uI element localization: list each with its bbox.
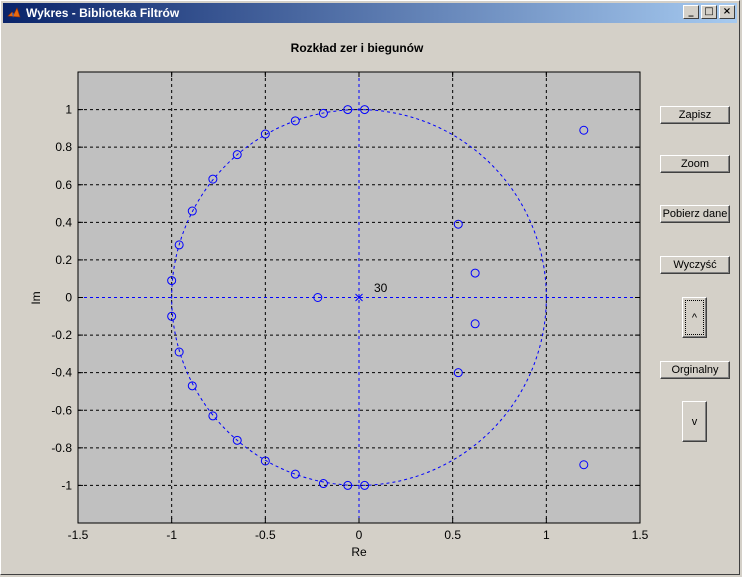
y-tick-label: 0.2 [55,253,72,267]
x-tick-label: -1.5 [68,528,89,542]
x-tick-label: 1 [543,528,550,542]
zoom-button[interactable]: Zoom [660,155,730,173]
y-tick-label: -1 [61,478,72,492]
chart-title: Rozkład zer i biegunów [291,41,424,55]
y-axis-label: Im [29,291,43,304]
pole-zero-plot: Rozkład zer i biegunów -1.5 -1 -0.5 0 0.5 1 1.… [29,41,649,559]
down-button[interactable]: v [682,401,707,442]
y-tick-label: -0.2 [51,328,72,342]
y-tick-label: 1 [65,103,72,117]
original-button[interactable]: Orginalny [660,361,730,379]
y-tick-label: 0.8 [55,140,72,154]
y-tick-label: -0.6 [51,403,72,417]
x-tick-label: 1.5 [632,528,649,542]
up-button[interactable]: ^ [682,297,707,338]
x-tick-label: -1 [166,528,177,542]
y-tick-label: -0.4 [51,366,72,380]
x-axis-label: Re [351,545,367,559]
x-tick-label: 0 [356,528,363,542]
y-tick-label: 0 [65,291,72,305]
x-tick-label: -0.5 [255,528,276,542]
clear-button[interactable]: Wyczyść [660,256,730,274]
fetch-data-button[interactable]: Pobierz dane [660,205,730,223]
y-tick-label: 0.4 [55,215,72,229]
pole-multiplicity-label: 30 [374,281,388,295]
y-tick-label: 0.6 [55,178,72,192]
x-tick-label: 0.5 [444,528,461,542]
save-button[interactable]: Zapisz [660,106,730,124]
y-tick-label: -0.8 [51,441,72,455]
